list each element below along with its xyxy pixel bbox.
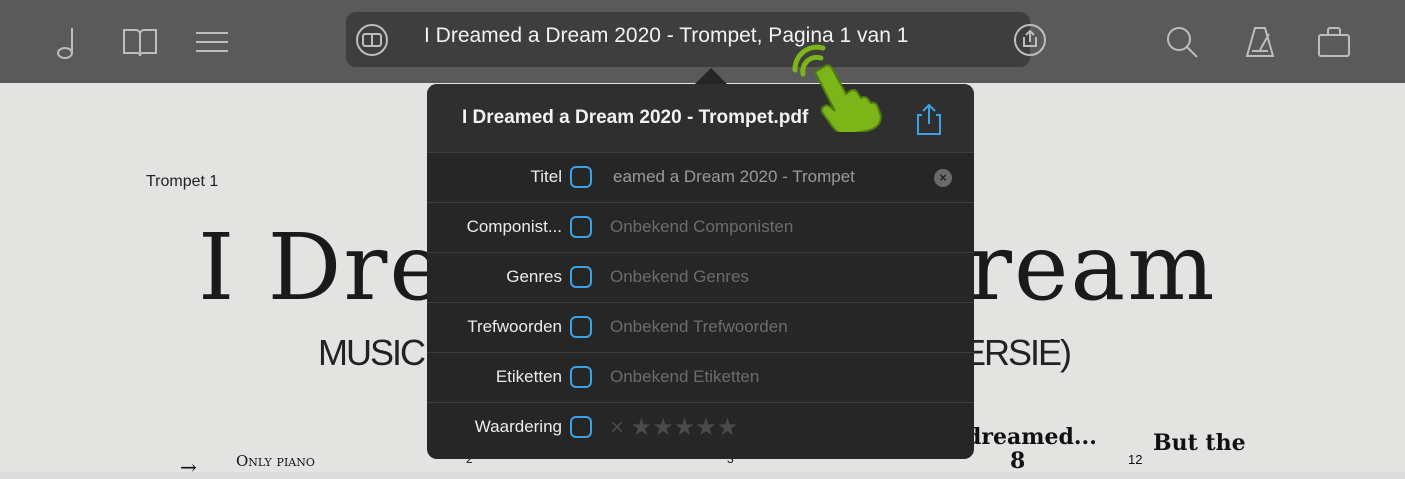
popover-title: I Dreamed a Dream 2020 - Trompet.pdf bbox=[462, 107, 809, 128]
row-componisten[interactable]: Componist... Onbekend Componisten bbox=[427, 202, 974, 253]
row-label: Etiketten bbox=[495, 367, 562, 386]
bar-number-12: 12 bbox=[1128, 452, 1143, 467]
row-waardering[interactable]: Waardering × ★★★★★ bbox=[427, 402, 974, 453]
checkbox[interactable] bbox=[570, 266, 592, 288]
book-icon[interactable] bbox=[120, 22, 160, 62]
bag-icon[interactable] bbox=[1314, 22, 1354, 62]
clear-icon[interactable]: × bbox=[934, 169, 952, 187]
row-label: Trefwoorden bbox=[467, 317, 562, 336]
title-input[interactable]: eamed a Dream 2020 - Trompet bbox=[613, 167, 916, 187]
labels-field[interactable]: Onbekend Etiketten bbox=[610, 367, 759, 387]
row-genres[interactable]: Genres Onbekend Genres bbox=[427, 252, 974, 303]
keywords-field[interactable]: Onbekend Trefwoorden bbox=[610, 317, 788, 337]
row-trefwoorden[interactable]: Trefwoorden Onbekend Trefwoorden bbox=[427, 302, 974, 353]
only-piano-mark: Only piano bbox=[236, 452, 315, 470]
score-subtitle-right: ERSIE) bbox=[962, 332, 1072, 373]
popover-header: I Dreamed a Dream 2020 - Trompet.pdf bbox=[427, 84, 974, 152]
rating-stars[interactable]: × ★★★★★ bbox=[610, 413, 738, 442]
search-icon[interactable] bbox=[1162, 22, 1202, 62]
composer-field[interactable]: Onbekend Componisten bbox=[610, 217, 793, 237]
checkbox[interactable] bbox=[570, 166, 592, 188]
tap-hand-icon bbox=[785, 42, 885, 136]
arrow-mark: → bbox=[180, 455, 197, 479]
row-label: Componist... bbox=[466, 217, 562, 236]
score-title-end: ream bbox=[968, 214, 1217, 321]
checkbox[interactable] bbox=[570, 216, 592, 238]
share-icon[interactable] bbox=[1010, 20, 1050, 60]
genres-field[interactable]: Onbekend Genres bbox=[610, 267, 749, 287]
row-etiketten[interactable]: Etiketten Onbekend Etiketten bbox=[427, 352, 974, 403]
popover-arrow bbox=[695, 68, 727, 84]
row-label: Waardering bbox=[474, 417, 562, 436]
checkbox[interactable] bbox=[570, 316, 592, 338]
metadata-popover: I Dreamed a Dream 2020 - Trompet.pdf Tit… bbox=[427, 84, 974, 459]
row-label: Genres bbox=[506, 267, 562, 286]
document-title: I Dreamed a Dream 2020 - Trompet, Pagina… bbox=[424, 24, 909, 47]
row-label: Titel bbox=[530, 167, 563, 186]
checkbox[interactable] bbox=[570, 366, 592, 388]
checkbox[interactable] bbox=[570, 416, 592, 438]
share-icon[interactable] bbox=[914, 102, 944, 136]
lyric-but-the: But the bbox=[1153, 430, 1246, 456]
lyric-dreamed: dreamed... bbox=[966, 424, 1097, 450]
metronome-icon[interactable] bbox=[1240, 22, 1280, 62]
view-mode-icon[interactable] bbox=[352, 20, 392, 60]
menu-icon[interactable] bbox=[192, 22, 232, 62]
note-number: 8 bbox=[1010, 448, 1026, 474]
note-icon[interactable] bbox=[48, 22, 88, 62]
score-subtitle-left: MUSIC bbox=[318, 332, 426, 373]
row-titel[interactable]: Titel eamed a Dream 2020 - Trompet × bbox=[427, 152, 974, 203]
part-name: Trompet 1 bbox=[146, 173, 219, 190]
